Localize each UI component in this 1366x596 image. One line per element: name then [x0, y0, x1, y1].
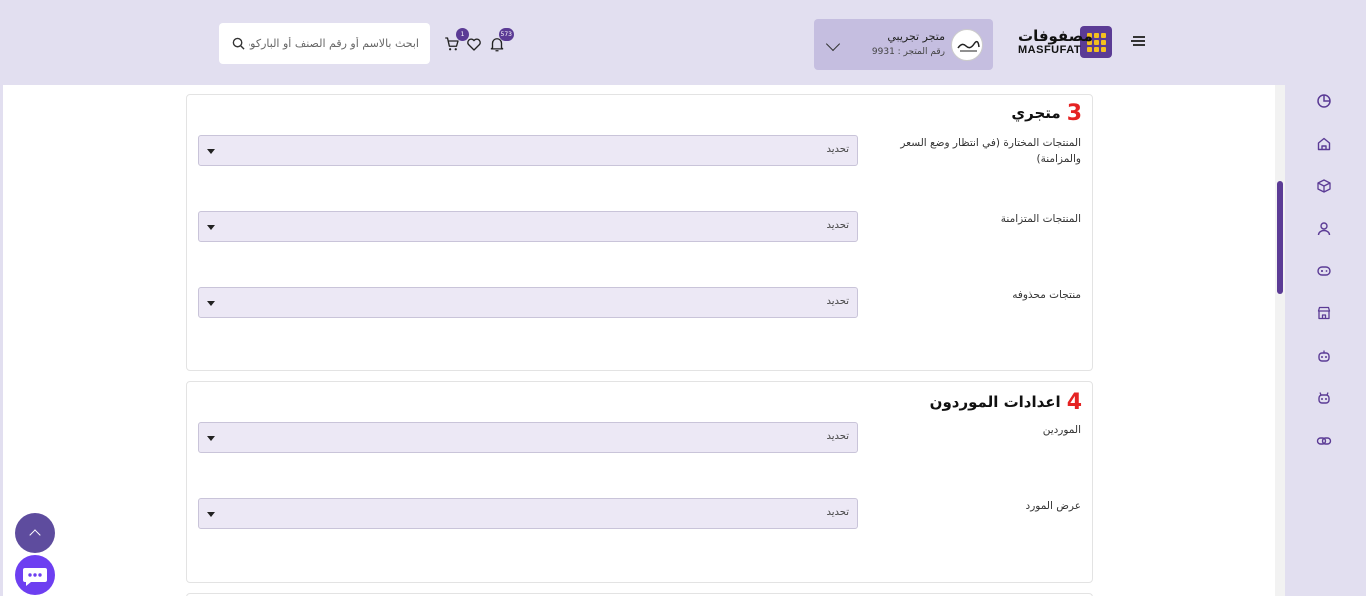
store-number: رقم المتجر : 9931 — [871, 47, 945, 57]
field-label: منتجات محذوفه — [1012, 289, 1081, 301]
wishlist-button[interactable] — [465, 35, 485, 55]
select-value: تحديد — [826, 220, 849, 231]
section-title: 3 متجري — [1011, 101, 1082, 126]
search-input[interactable] — [249, 23, 419, 64]
caret-down-icon — [207, 301, 215, 306]
top-header — [3, 3, 1363, 85]
chevron-down-icon — [825, 36, 841, 52]
box-icon[interactable] — [1316, 178, 1332, 194]
select-value: تحديد — [826, 144, 849, 155]
chat-button[interactable] — [15, 555, 55, 595]
field-label: المنتجات المختارة (في انتظار وضع السعر و… — [900, 137, 1081, 165]
logo-english-text: MASFUFAT — [1018, 44, 1082, 56]
section-my-store: 3 متجري المنتجات المختارة (في انتظار وضع … — [186, 94, 1093, 371]
field-label: عرض المورد — [1025, 500, 1081, 512]
menu-toggle-icon[interactable] — [1129, 33, 1145, 49]
caret-down-icon — [207, 225, 215, 230]
section-suppliers-settings: 4 اعدادات الموردون الموردين تحديد عرض الم… — [186, 381, 1093, 583]
home-icon[interactable] — [1316, 136, 1332, 152]
scrollbar-track — [1275, 85, 1285, 596]
store-avatar — [951, 29, 983, 61]
masfufat-logo[interactable]: مصفوفات MASFUFAT — [1016, 26, 1112, 62]
caret-down-icon — [207, 436, 215, 441]
robot-icon[interactable] — [1316, 348, 1332, 364]
section-title: 4 اعدادات الموردون — [930, 390, 1082, 415]
link-icon[interactable] — [1316, 433, 1332, 449]
section-number: 4 — [1066, 390, 1082, 415]
section-title-text: اعدادات الموردون — [929, 393, 1061, 411]
cart-badge: 1 — [456, 28, 469, 41]
deleted-products-select[interactable]: تحديد — [198, 287, 858, 318]
gamepad-icon[interactable] — [1316, 263, 1332, 279]
supplier-view-select[interactable]: تحديد — [198, 498, 858, 529]
notifications-badge: 573 — [498, 28, 514, 41]
caret-down-icon — [207, 512, 215, 517]
synced-products-select[interactable]: تحديد — [198, 211, 858, 242]
select-value: تحديد — [826, 507, 849, 518]
search-icon[interactable] — [232, 37, 245, 50]
scroll-to-top-button[interactable] — [15, 513, 55, 553]
field-label: المنتجات المتزامنة — [1000, 213, 1081, 225]
store-switcher[interactable]: متجر تجريبي رقم المتجر : 9931 — [814, 19, 993, 70]
selected-products-select[interactable]: تحديد — [198, 135, 858, 166]
section-number: 3 — [1066, 101, 1082, 126]
caret-down-icon — [207, 149, 215, 154]
suppliers-select[interactable]: تحديد — [198, 422, 858, 453]
notifications-button[interactable]: 573 — [488, 28, 514, 55]
select-value: تحديد — [826, 431, 849, 442]
section-title-text: متجري — [1011, 104, 1061, 122]
logo-arabic-text: مصفوفات — [1018, 27, 1093, 45]
users-icon[interactable] — [1316, 221, 1332, 237]
select-value: تحديد — [826, 296, 849, 307]
chat-icon — [23, 568, 47, 586]
search-box — [219, 23, 430, 64]
chevron-up-icon — [29, 529, 41, 541]
store-name: متجر تجريبي — [887, 30, 945, 43]
cart-button[interactable]: 1 — [443, 28, 469, 55]
store-icon[interactable] — [1316, 305, 1332, 321]
field-label: الموردين — [1042, 424, 1081, 436]
scrollbar-thumb[interactable] — [1277, 181, 1283, 294]
robot-alt-icon[interactable] — [1316, 390, 1332, 406]
sidebar — [1285, 85, 1363, 596]
dashboard-icon[interactable] — [1316, 93, 1332, 109]
